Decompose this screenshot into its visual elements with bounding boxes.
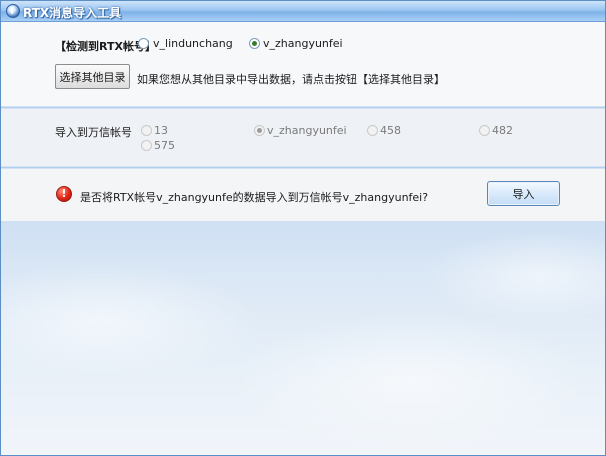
import-option-label: 575 <box>154 139 175 152</box>
choose-directory-hint: 如果您想从其他目录中导出数据，请点击按钮【选择其他目录】 <box>137 73 445 86</box>
radio-button[interactable] <box>367 125 378 136</box>
confirm-section: ! 是否将RTX帐号v_zhangyunfe的数据导入到万信帐号v_zhangy… <box>1 169 605 221</box>
radio-button[interactable] <box>141 140 152 151</box>
import-to-section: 导入到万信帐号 13 v_zhangyunfei 458 482 575 <box>1 109 605 166</box>
import-option-label: v_zhangyunfei <box>267 124 347 137</box>
title-bar[interactable]: RTX消息导入工具 <box>1 1 605 22</box>
radio-button[interactable] <box>141 125 152 136</box>
detect-option-label: v_lindunchang <box>153 37 233 50</box>
import-option-label: 13 <box>154 124 168 137</box>
import-option-label: 458 <box>380 124 401 137</box>
detect-section: 【检测到RTX帐号】 v_lindunchang v_zhangyunfei 选… <box>1 22 605 106</box>
radio-button-selected[interactable] <box>249 38 260 49</box>
detect-option-label: v_zhangyunfei <box>263 37 343 50</box>
background-sky <box>1 221 605 455</box>
window-title: RTX消息导入工具 <box>23 6 122 20</box>
import-option-label: 482 <box>492 124 513 137</box>
exclamation-icon: ! <box>56 186 72 202</box>
radio-button[interactable] <box>138 38 149 49</box>
choose-directory-button[interactable]: 选择其他目录 <box>55 64 130 89</box>
app-logo-icon <box>6 4 20 18</box>
import-to-label: 导入到万信帐号 <box>55 126 132 139</box>
cloud-decoration <box>1 261 261 381</box>
app-window: RTX消息导入工具 【检测到RTX帐号】 v_lindunchang v_zha… <box>0 0 606 456</box>
radio-button[interactable] <box>479 125 490 136</box>
confirm-question: 是否将RTX帐号v_zhangyunfe的数据导入到万信帐号v_zhangyun… <box>80 191 429 204</box>
radio-button-selected[interactable] <box>254 125 265 136</box>
cloud-decoration <box>421 231 605 321</box>
cloud-decoration <box>231 311 591 451</box>
import-button[interactable]: 导入 <box>487 181 560 206</box>
